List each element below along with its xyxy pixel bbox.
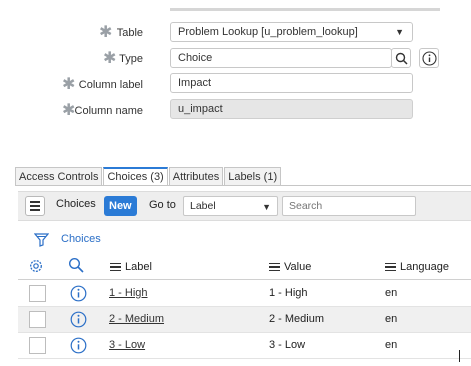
column-menu-icon[interactable] [269, 262, 280, 272]
chevron-down-icon: ▼ [395, 27, 404, 37]
row-language: en [385, 313, 398, 325]
breadcrumb[interactable]: Choices [61, 233, 101, 245]
row-checkbox[interactable] [29, 285, 46, 302]
column-header-label-text: Label [125, 261, 152, 273]
row-label-link[interactable]: 2 - Medium [109, 313, 164, 325]
tab-attributes[interactable]: Attributes [168, 167, 224, 185]
list-title: Choices [56, 198, 96, 210]
column-name-value: u_impact [178, 103, 223, 115]
list-toolbar: Choices New Go to Label ▼ [18, 191, 471, 221]
goto-label: Go to [149, 199, 176, 211]
table-row: 3 - Low 3 - Low en [18, 333, 471, 359]
column-label-label: Column label [78, 79, 143, 91]
row-language: en [385, 339, 398, 351]
table-select[interactable]: Problem Lookup [u_problem_lookup] ▼ [170, 22, 413, 42]
filter-icon[interactable] [34, 233, 49, 247]
column-header-label[interactable]: Label [110, 256, 152, 278]
search-input[interactable] [282, 196, 416, 216]
row-language: en [385, 287, 398, 299]
header-divider [18, 279, 471, 280]
type-field-value: Choice [178, 52, 213, 64]
row-value: 1 - High [269, 287, 308, 299]
search-icon [395, 52, 408, 65]
table-label: Table [116, 27, 143, 39]
tab-choices[interactable]: Choices (3) [103, 167, 168, 186]
new-button[interactable]: New [104, 196, 137, 216]
table-row: 2 - Medium 2 - Medium en [18, 307, 471, 333]
column-name-field: u_impact [170, 99, 413, 119]
info-icon [421, 50, 437, 66]
column-label-value: Impact [178, 77, 212, 89]
column-name-label: Column name [74, 105, 143, 117]
info-icon[interactable] [70, 285, 87, 302]
lookup-button[interactable] [391, 48, 411, 68]
row-checkbox[interactable] [29, 337, 46, 354]
row-value: 3 - Low [269, 339, 306, 351]
tab-divider [15, 185, 471, 186]
goto-selected-value: Label [190, 200, 216, 212]
tab-access-controls[interactable]: Access Controls [15, 167, 103, 185]
menu-icon[interactable] [25, 196, 45, 216]
goto-select[interactable]: Label ▼ [183, 196, 278, 216]
column-header-language[interactable]: Language [385, 256, 449, 278]
info-icon[interactable] [70, 311, 87, 328]
text-cursor [459, 350, 460, 362]
type-field[interactable]: Choice [170, 48, 392, 68]
gear-icon[interactable] [28, 258, 44, 274]
column-header-value-text: Value [284, 261, 312, 273]
row-label-link[interactable]: 1 - High [109, 287, 148, 299]
search-icon[interactable] [68, 257, 84, 273]
row-label-link[interactable]: 3 - Low [109, 339, 145, 351]
column-header-language-text: Language [400, 261, 449, 273]
table-select-value: Problem Lookup [u_problem_lookup] [178, 26, 358, 38]
type-info-button[interactable] [419, 48, 439, 68]
tab-labels[interactable]: Labels (1) [224, 167, 282, 185]
column-label-input[interactable]: Impact [170, 73, 413, 93]
row-checkbox[interactable] [29, 311, 46, 328]
top-divider [170, 8, 440, 11]
info-icon[interactable] [70, 337, 87, 354]
column-menu-icon[interactable] [110, 262, 121, 272]
row-value: 2 - Medium [269, 313, 325, 325]
table-row: 1 - High 1 - High en [18, 281, 471, 307]
column-menu-icon[interactable] [385, 262, 396, 272]
related-list-tabs: Access Controls Choices (3) Attributes L… [15, 167, 282, 186]
column-header-value[interactable]: Value [269, 256, 311, 278]
type-label: Type [119, 53, 143, 65]
chevron-down-icon: ▼ [262, 202, 271, 212]
